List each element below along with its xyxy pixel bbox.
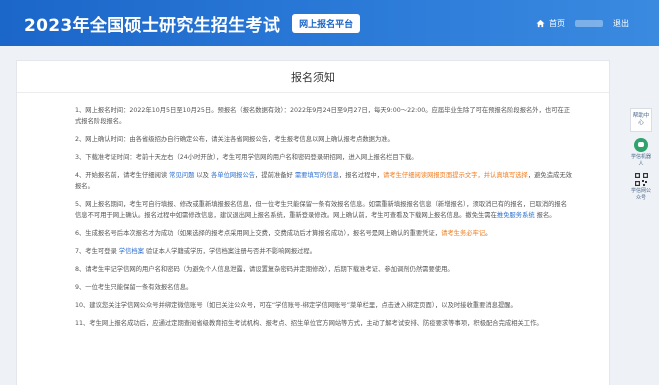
user-name-masked [575, 19, 603, 27]
logout-link[interactable]: 退出 [613, 18, 629, 29]
notice-item-1: 1、网上报名时间：2022年10月5日至10月25日。预报名（报名数据有效）：2… [75, 107, 571, 125]
recommendation-system-link[interactable]: 推免服务系统 [497, 212, 535, 219]
unit-announcement-link[interactable]: 各单位网报公告 [211, 172, 255, 179]
notice-text: 7、考生可登录 [75, 248, 119, 255]
home-label: 首页 [549, 18, 565, 28]
notice-warning: 请考生仔细阅读网报页面提示文字，并认真填写选择 [383, 172, 528, 179]
notice-text: 5、网上报名期间，考生可自行填报、修改或重新填报报名信息，但一位考生只能保留一条… [75, 201, 568, 219]
home-link[interactable]: 首页 [536, 18, 565, 29]
wechat-qr-button[interactable]: 学信网公众号 [629, 173, 653, 201]
robot-icon [634, 138, 648, 152]
help-center-label: 帮助中心 [630, 108, 652, 132]
robot-label: 学信机器人 [630, 154, 651, 167]
notice-item-7: 7、考生可登录 学信档案 验证本人学籍或学历，学信档案注册与否并不影响网报过程。 [75, 246, 573, 257]
help-center-button[interactable]: 帮助中心 [629, 108, 653, 132]
notice-item-4: 4、开始报名前，请考生仔细阅读 常见问题 以及 各单位网报公告，提前准备好 需要… [75, 170, 573, 192]
notice-item-6: 6、生成报名号后本次报名才为成功（如果选择的报考点采用网上交费，交费成功后才算报… [75, 228, 573, 239]
notice-item-9: 9、一位考生只能保留一条有效报名信息。 [75, 284, 193, 291]
robot-button[interactable]: 学信机器人 [629, 138, 653, 167]
home-icon [536, 19, 545, 27]
notice-text: 报名。 [534, 212, 556, 219]
platform-badge: 网上报名平台 [292, 13, 361, 33]
top-header-bar: 2023年全国硕士研究生招生考试 网上报名平台 首页 退出 [0, 0, 659, 46]
notice-item-3: 3、下载准考证时间：考前十天左右（24小时开放），考生可用学信网的用户名和密码登… [75, 154, 418, 161]
required-info-link[interactable]: 需要填写的信息 [295, 172, 339, 179]
notice-item-8: 8、请考生牢记学信网的用户名和密码（为避免个人信息泄露，请设置复杂密码并定期修改… [75, 266, 454, 273]
notice-warning: 请考生务必牢记 [441, 230, 486, 237]
notice-text: ，提前准备好 [255, 172, 295, 179]
notice-item-2: 2、网上确认时间：由各省级招办自行确定公布，请关注各省网报公告，考生报考信息以网… [75, 136, 394, 143]
notice-text: 4、开始报名前，请考生仔细阅读 [75, 172, 170, 179]
notice-item-10: 10、建议您关注学信网公众号并绑定微信账号（如已关注公众号，可在“学信账号-绑定… [75, 302, 517, 309]
notice-text: 以及 [194, 172, 211, 179]
notice-text: 。 [485, 230, 492, 237]
notice-item-11: 11、考生网上报名成功后，应通过定期查阅省级教育招生考试机构、报考点、招生单位官… [75, 320, 543, 327]
header-nav: 首页 退出 [536, 0, 629, 46]
card-header: 报名须知 [17, 61, 609, 93]
faq-link[interactable]: 常见问题 [169, 172, 194, 179]
notice-text: 验证本人学籍或学历，学信档案注册与否并不影响网报过程。 [143, 248, 317, 255]
notice-text: ，报名过程中， [338, 172, 383, 179]
notice-body: 1、网上报名时间：2022年10月5日至10月25日。预报名（报名数据有效）：2… [17, 93, 609, 329]
floating-sidebar: 帮助中心 学信机器人 学信网公众号 [629, 108, 653, 207]
page-title: 报名须知 [291, 70, 335, 84]
qr-code-icon [634, 173, 648, 186]
notice-text: 6、生成报名号后本次报名才为成功（如果选择的报考点采用网上交费，交费成功后才算报… [75, 230, 442, 237]
notice-item-5: 5、网上报名期间，考生可自行填报、修改或重新填报报名信息，但一位考生只能保留一条… [75, 199, 573, 221]
student-archive-link[interactable]: 学信档案 [119, 248, 144, 255]
qr-label: 学信网公众号 [630, 188, 651, 201]
notice-card: 报名须知 1、网上报名时间：2022年10月5日至10月25日。预报名（报名数据… [16, 60, 610, 385]
site-title: 2023年全国硕士研究生招生考试 [24, 15, 281, 36]
